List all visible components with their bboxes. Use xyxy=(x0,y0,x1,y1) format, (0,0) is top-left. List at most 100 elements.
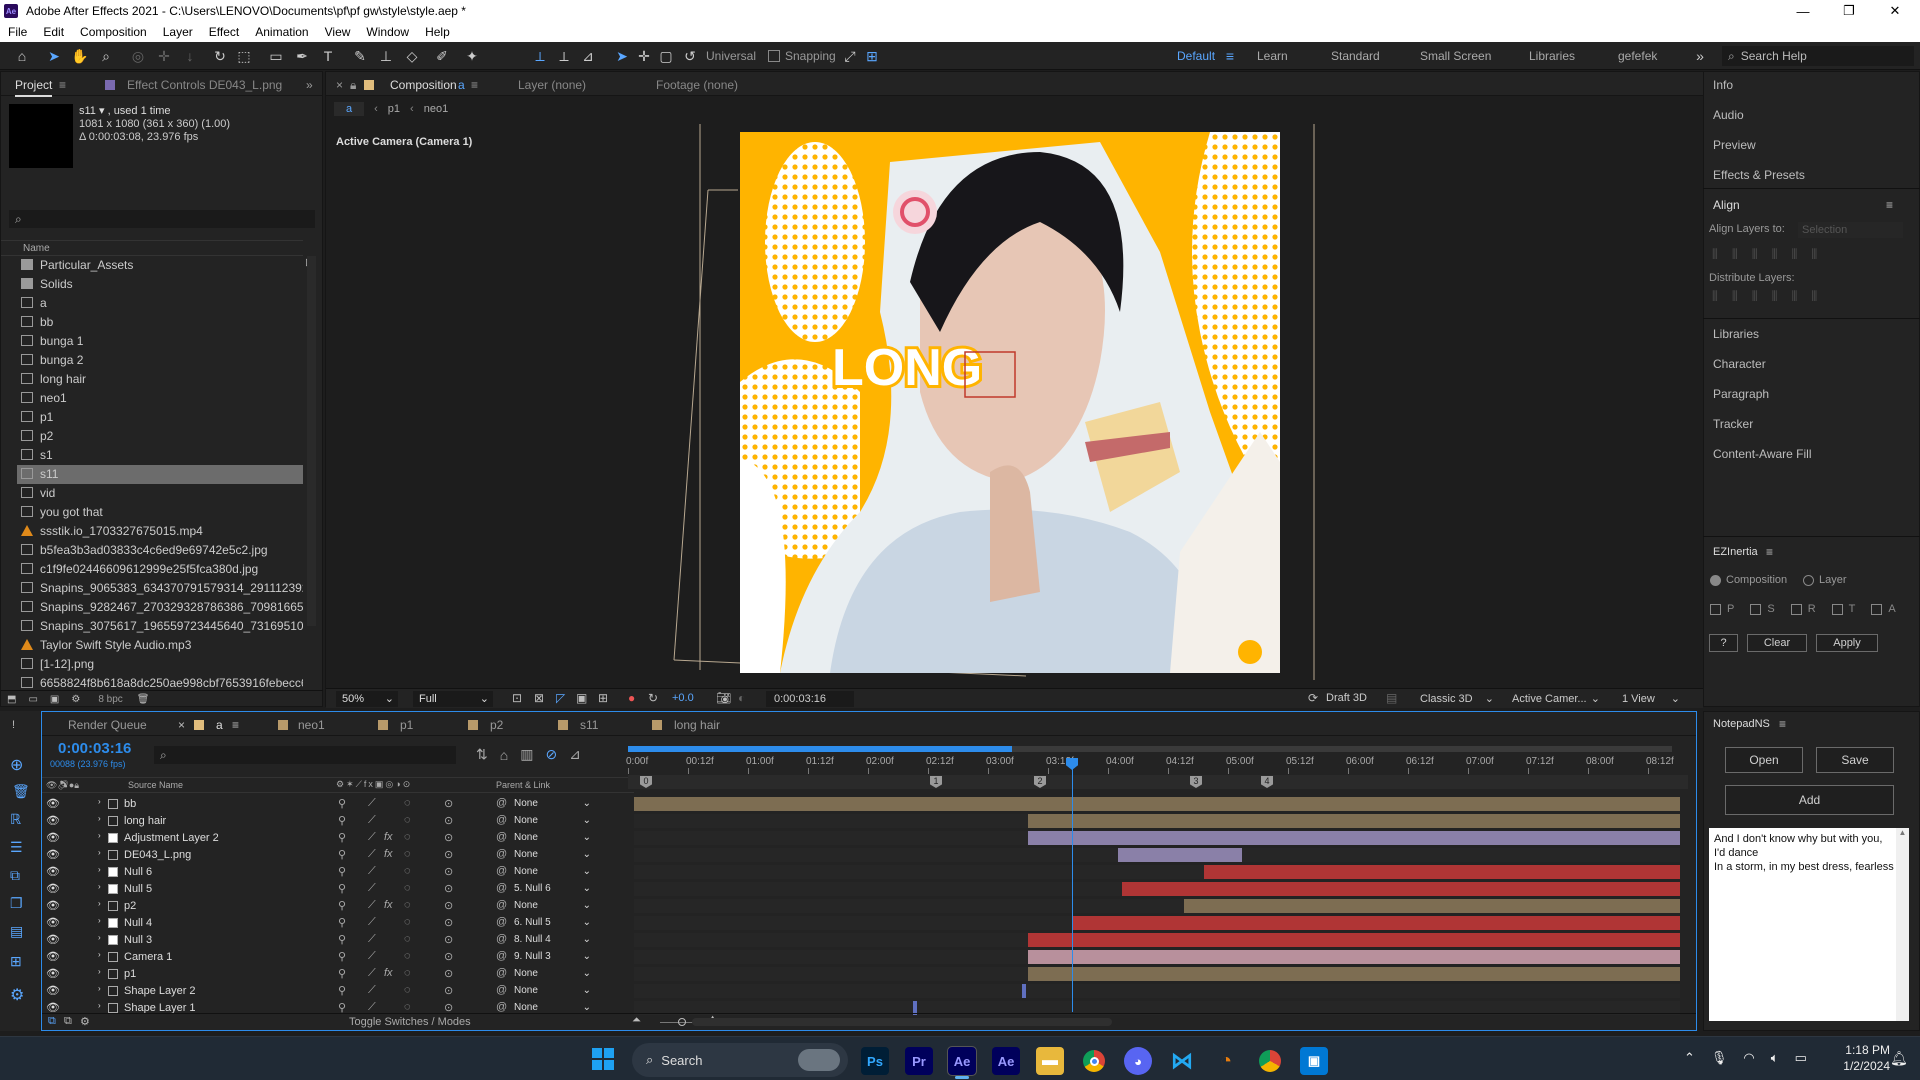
rotate-tool-icon[interactable]: ↻ xyxy=(210,46,230,66)
quality-switch-icon[interactable]: ⟋ xyxy=(368,831,376,844)
notepad-add-button[interactable]: Add xyxy=(1725,785,1894,815)
photoshop-icon[interactable]: Ps xyxy=(861,1047,889,1075)
motion-blur-icon[interactable]: ◌ xyxy=(404,933,411,945)
close-button[interactable]: ✕ xyxy=(1872,0,1918,22)
visibility-eye-icon[interactable]: 👁︎ xyxy=(46,933,60,946)
dolly-tool-icon[interactable]: ↓ xyxy=(180,46,200,66)
layer-row[interactable]: 👁︎ › Null 3 ⚲ ⟋ ◌ ⊙ @8. Null 4 ⌄ xyxy=(42,932,634,949)
footage-tab[interactable]: Footage (none) xyxy=(656,78,738,92)
timeline-tab-p2[interactable]: p2 xyxy=(490,718,503,732)
shy-switch-icon[interactable]: ⚲ xyxy=(338,848,346,861)
3d-layer-icon[interactable]: ⊙ xyxy=(444,967,453,980)
frame-blending-icon[interactable]: ⊘ xyxy=(545,746,557,763)
pick-whip-icon[interactable]: @ xyxy=(496,967,507,979)
project-item[interactable]: bb xyxy=(17,313,303,332)
grid-icon[interactable]: ⊞ xyxy=(10,953,22,970)
quality-switch-icon[interactable]: ⟋ xyxy=(368,882,376,895)
info-panel-tab[interactable]: Info xyxy=(1713,78,1733,92)
search-help-input[interactable]: ⌕ Search Help xyxy=(1722,46,1914,66)
workspace-standard[interactable]: Standard xyxy=(1331,42,1380,70)
3d-layer-icon[interactable]: ⊙ xyxy=(444,950,453,963)
align-buttons-icon[interactable]: ⫴⫴⫴⫴⫴⫴ xyxy=(1712,246,1831,263)
transfer-controls-icon[interactable]: ⧉ xyxy=(64,1015,72,1028)
project-item[interactable]: ▶Solids xyxy=(17,275,303,294)
more-tabs-icon[interactable]: » xyxy=(306,78,313,92)
motion-blur-icon[interactable]: ◌ xyxy=(404,797,411,809)
project-item[interactable]: long hair xyxy=(17,370,303,389)
draft-3d-icon[interactable]: ⌂ xyxy=(500,747,508,763)
layer-duration-bar[interactable] xyxy=(1122,882,1680,896)
renderer-dropdown[interactable]: Classic 3D ⌄ xyxy=(1414,691,1498,707)
new-comp-icon[interactable]: ▣ xyxy=(50,694,59,705)
panel-menu-icon[interactable]: ≡ xyxy=(1766,545,1773,559)
project-settings-icon[interactable]: ⚙ xyxy=(71,694,80,705)
project-item[interactable]: bunga 1 xyxy=(17,332,303,351)
visibility-eye-icon[interactable]: 👁︎ xyxy=(46,865,60,878)
parent-dropdown[interactable]: 8. Null 4 ⌄ xyxy=(510,933,594,947)
composition-tab-name[interactable]: a xyxy=(458,78,465,92)
checkbox-p[interactable] xyxy=(1710,603,1721,615)
timeline-timecode[interactable]: 0:00:03:16 xyxy=(58,740,131,757)
parent-dropdown[interactable]: None ⌄ xyxy=(510,984,594,998)
chevron-down-icon[interactable]: ▾ xyxy=(99,105,105,117)
pick-whip-icon[interactable]: @ xyxy=(496,916,507,928)
parent-dropdown[interactable]: None ⌄ xyxy=(510,899,594,913)
fx-switch-icon[interactable]: fx xyxy=(384,899,393,911)
pick-whip-icon[interactable]: @ xyxy=(496,899,507,911)
menu-layer[interactable]: Layer xyxy=(155,25,201,39)
motion-blur-icon[interactable]: ◌ xyxy=(404,814,411,826)
layer-name[interactable]: Null 6 xyxy=(124,866,152,878)
checkbox-t[interactable] xyxy=(1831,603,1843,615)
store-icon[interactable]: ▣ xyxy=(1300,1047,1328,1075)
expand-triangle-icon[interactable]: › xyxy=(98,882,101,891)
project-item[interactable]: Snapins_9282467_270329328786386_70981665… xyxy=(17,598,303,617)
shy-switch-icon[interactable]: ⚲ xyxy=(338,967,346,980)
layer-duration-bar[interactable] xyxy=(1118,848,1242,862)
menu-composition[interactable]: Composition xyxy=(72,25,155,39)
shy-switch-icon[interactable]: ⚲ xyxy=(338,933,346,946)
show-snapshot-icon[interactable]: ◐ xyxy=(738,691,745,705)
layer-name[interactable]: long hair xyxy=(124,815,166,827)
workspace-default[interactable]: Default xyxy=(1177,42,1215,70)
zoom-dropdown[interactable]: 50% ⌄ xyxy=(336,691,398,707)
chrome-icon[interactable] xyxy=(1080,1047,1108,1075)
visibility-eye-icon[interactable]: 👁︎ xyxy=(46,899,60,912)
volume-icon[interactable]: 🔈︎ xyxy=(1771,1050,1779,1066)
work-area-bar[interactable] xyxy=(628,744,1674,754)
settings-icon[interactable]: ⚙ xyxy=(10,985,24,1005)
breadcrumb-p1[interactable]: p1 xyxy=(388,103,400,115)
motion-blur-icon[interactable]: ◌ xyxy=(404,848,411,860)
project-item[interactable]: vid xyxy=(17,484,303,503)
timeline-tab-long-hair[interactable]: long hair xyxy=(674,718,720,732)
snapshot-icon[interactable]: 📷︎ xyxy=(716,691,731,705)
shy-switch-icon[interactable]: ⚲ xyxy=(338,984,346,997)
file-icon[interactable]: ▤ xyxy=(10,923,23,940)
timeline-tab-a[interactable]: a xyxy=(216,718,223,732)
distribute-buttons-icon[interactable]: ⫴⫴⫴⫴⫴⫴ xyxy=(1712,288,1831,305)
expand-triangle-icon[interactable]: › xyxy=(98,950,101,959)
time-ruler[interactable]: 0:00f 00:12f 01:00f 01:12f 02:00f 02:12f 03:00… xyxy=(626,754,1674,774)
motion-blur-icon[interactable]: ◌ xyxy=(404,865,411,877)
visibility-eye-icon[interactable]: 👁︎ xyxy=(46,831,60,844)
file-explorer-icon[interactable]: ▬ xyxy=(1036,1047,1064,1075)
shy-icon[interactable]: ▥ xyxy=(520,746,533,763)
pick-whip-icon[interactable]: @ xyxy=(496,950,507,962)
motion-blur-icon[interactable]: ◌ xyxy=(404,899,411,911)
3d-layer-icon[interactable]: ⊙ xyxy=(444,899,453,912)
parent-dropdown[interactable]: None ⌄ xyxy=(510,814,594,828)
workspace-gefefek[interactable]: gefefek xyxy=(1618,42,1657,70)
pick-whip-icon[interactable]: @ xyxy=(496,831,507,843)
layer-name[interactable]: p2 xyxy=(124,900,136,912)
layer-name[interactable]: p1 xyxy=(124,968,136,980)
resolution-dropdown[interactable]: Full ⌄ xyxy=(413,691,493,707)
pick-whip-icon[interactable]: @ xyxy=(496,848,507,860)
ezinertia-composition-radio[interactable]: Composition xyxy=(1710,574,1787,586)
more-workspaces-icon[interactable]: » xyxy=(1690,46,1710,66)
layer-name[interactable]: Adjustment Layer 2 xyxy=(124,832,219,844)
layer-name[interactable]: Null 4 xyxy=(124,917,152,929)
3d-layer-icon[interactable]: ⊙ xyxy=(444,831,453,844)
composition-tab[interactable]: Composition xyxy=(390,78,457,92)
project-item[interactable]: Snapins_3075617_196559723445640_73169510… xyxy=(17,617,303,636)
new-folder-icon[interactable]: ▭ xyxy=(28,694,37,705)
layer-row[interactable]: 👁︎ › Null 4 ⚲ ⟋ ◌ ⊙ @6. Null 5 ⌄ xyxy=(42,915,634,932)
